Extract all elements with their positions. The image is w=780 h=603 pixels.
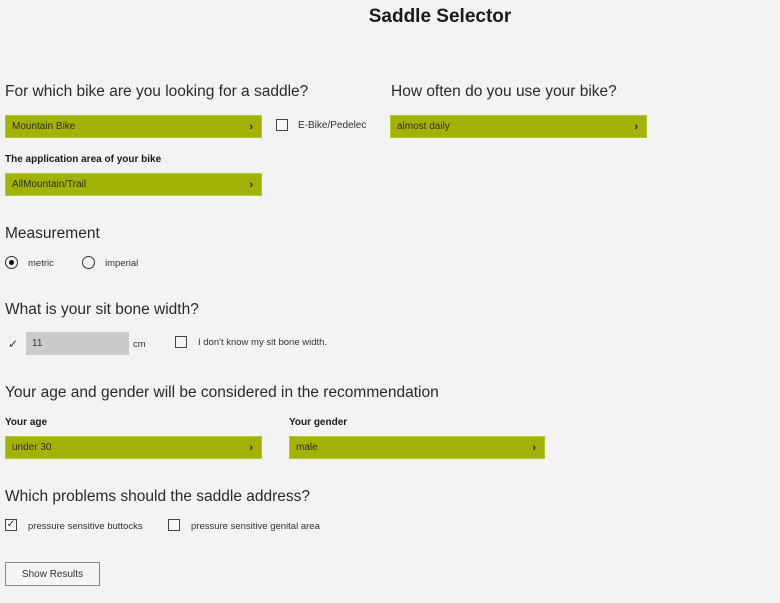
application-select[interactable]: AllMountain/Trail › xyxy=(5,173,262,196)
sitbone-heading: What is your sit bone width? xyxy=(5,301,199,318)
radio-imperial[interactable] xyxy=(82,256,95,269)
usage-heading: How often do you use your bike? xyxy=(391,83,617,100)
sitbone-unit: cm xyxy=(133,339,146,350)
page-title: Saddle Selector xyxy=(368,6,512,27)
gender-value: male xyxy=(296,442,318,453)
age-label: Your age xyxy=(5,417,48,428)
ebike-label: E-Bike/Pedelec xyxy=(298,120,367,131)
sitbone-width-value: 11 xyxy=(32,338,43,349)
problem-buttocks-checkbox[interactable]: ✓ xyxy=(5,519,17,531)
measurement-heading: Measurement xyxy=(5,225,100,242)
sitbone-width-input[interactable]: 11 xyxy=(26,332,129,355)
chevron-right-icon: › xyxy=(249,120,253,133)
ebike-checkbox[interactable] xyxy=(276,119,288,131)
application-value: AllMountain/Trail xyxy=(12,179,87,190)
bike-type-select[interactable]: Mountain Bike › xyxy=(5,115,262,138)
radio-metric-label: metric xyxy=(28,258,54,269)
usage-select[interactable]: almost daily › xyxy=(390,115,647,138)
age-select[interactable]: under 30 › xyxy=(5,436,262,459)
chevron-right-icon: › xyxy=(249,178,253,191)
gender-label: Your gender xyxy=(289,417,348,428)
usage-value: almost daily xyxy=(397,121,450,132)
valid-check-icon: ✓ xyxy=(8,337,19,351)
unknown-sitbone-checkbox[interactable] xyxy=(175,336,187,348)
radio-metric[interactable] xyxy=(5,256,18,269)
problems-heading: Which problems should the saddle address… xyxy=(5,488,311,505)
bike-type-value: Mountain Bike xyxy=(12,121,76,132)
checkmark-icon: ✓ xyxy=(6,519,16,530)
radio-imperial-label: imperial xyxy=(105,258,139,269)
problem-genital-label: pressure sensitive genital area xyxy=(191,521,320,532)
radio-selected-dot xyxy=(9,260,14,265)
gender-select[interactable]: male › xyxy=(289,436,545,459)
age-value: under 30 xyxy=(12,442,52,453)
bike-heading: For which bike are you looking for a sad… xyxy=(5,83,309,100)
problem-buttocks-label: pressure sensitive buttocks xyxy=(28,521,143,532)
chevron-right-icon: › xyxy=(249,441,253,454)
unknown-sitbone-label: I don't know my sit bone width. xyxy=(198,337,328,348)
demographics-heading: Your age and gender will be considered i… xyxy=(5,384,439,401)
show-results-button[interactable]: Show Results xyxy=(5,562,100,586)
problem-genital-checkbox[interactable] xyxy=(168,519,180,531)
chevron-right-icon: › xyxy=(532,441,536,454)
application-label: The application area of your bike xyxy=(5,154,162,165)
chevron-right-icon: › xyxy=(634,120,638,133)
